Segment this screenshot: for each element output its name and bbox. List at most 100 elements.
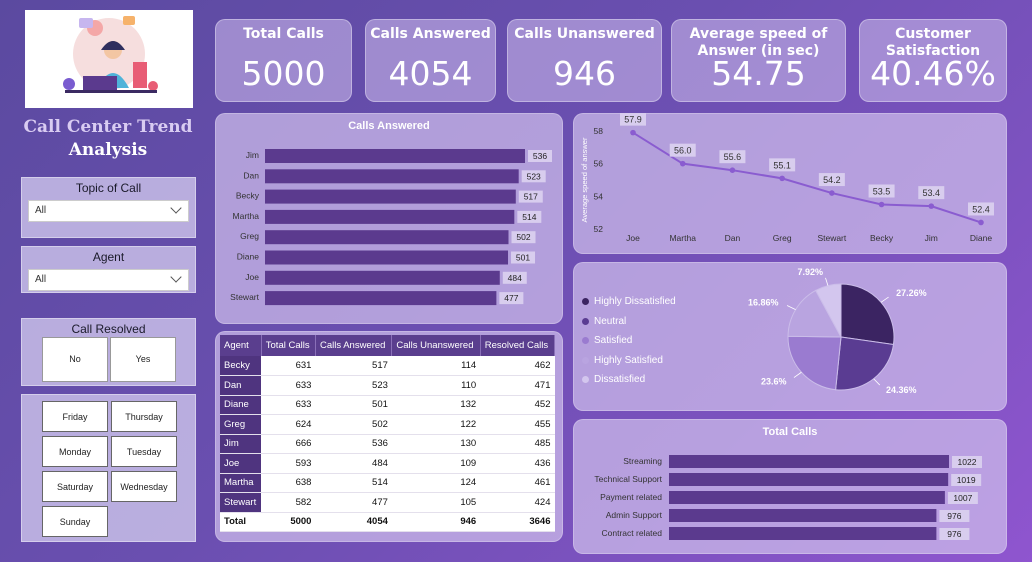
line-point[interactable] — [878, 201, 885, 208]
bar[interactable] — [265, 189, 516, 204]
table-row[interactable]: Joe 593 484 109 436 — [220, 453, 555, 474]
day-thursday-button[interactable]: Thursday — [111, 401, 177, 432]
bar[interactable] — [265, 250, 509, 265]
agent-cell: Diane — [220, 395, 262, 415]
x-tick-label: Greg — [773, 233, 792, 243]
bar-category-label: Greg — [240, 231, 259, 241]
dashboard-title: Call Center Trend Analysis — [22, 116, 194, 162]
line-point[interactable] — [630, 129, 636, 136]
point-data-label: 55.1 — [773, 160, 791, 170]
x-tick-label: Jim — [925, 233, 938, 243]
table-row[interactable]: Jim 666 536 130 485 — [220, 434, 555, 454]
bar[interactable] — [265, 149, 525, 163]
day-wednesday-button[interactable]: Wednesday — [111, 471, 177, 502]
kpi-value: 54.75 — [711, 54, 806, 93]
agent-dropdown[interactable]: All — [28, 269, 189, 291]
bar-category-label: Becky — [236, 191, 260, 201]
table-total-row[interactable]: Total 5000 4054 946 3646 — [220, 511, 555, 532]
bar[interactable] — [669, 509, 937, 522]
day-friday-button[interactable]: Friday — [42, 401, 108, 432]
value-cell: 3646 — [480, 511, 555, 532]
pie-slice[interactable] — [835, 336, 895, 391]
point-data-label: 53.5 — [873, 187, 891, 197]
day-monday-button[interactable]: Monday — [42, 436, 108, 467]
resolved-yes-button[interactable]: Yes — [110, 337, 176, 382]
table-header-row: Agent Total Calls Calls Answered Calls U… — [220, 335, 556, 356]
line-point[interactable] — [978, 219, 984, 226]
line-point[interactable] — [829, 190, 835, 196]
day-saturday-button[interactable]: Saturday — [42, 471, 108, 502]
y-tick-label: 54 — [594, 191, 604, 201]
day-tuesday-button[interactable]: Tuesday — [111, 436, 177, 467]
table-row[interactable]: Becky 631 517 114 462 — [220, 356, 555, 376]
line-point[interactable] — [679, 160, 686, 167]
logo-illustration — [25, 10, 193, 108]
calls-answered-bar-chart: Jim 536 Dan 523 Becky 517 Martha 514 Greg 502 Dian… — [230, 149, 552, 306]
kpi-title: Calls Answered — [370, 26, 491, 42]
table-row[interactable]: Stewart 582 477 105 424 — [220, 492, 555, 513]
bar-category-label: Payment related — [600, 492, 662, 502]
value-cell: 484 — [315, 453, 392, 474]
day-slicer: Friday Thursday Monday Tuesday Saturday … — [21, 394, 196, 542]
bar[interactable] — [265, 169, 519, 184]
bar[interactable] — [265, 270, 500, 285]
topic-dropdown[interactable]: All — [28, 200, 189, 222]
leader-line — [793, 371, 802, 378]
value-cell: 110 — [391, 375, 481, 396]
y-tick-label: 58 — [594, 126, 604, 136]
bar[interactable] — [669, 527, 937, 540]
slicer-title: Topic of Call — [75, 181, 142, 195]
value-cell: 501 — [315, 395, 392, 415]
value-cell: 624 — [261, 414, 316, 435]
x-tick-label: Martha — [669, 233, 696, 243]
table-row[interactable]: Greg 624 502 122 455 — [220, 414, 555, 435]
value-cell: 132 — [391, 395, 481, 415]
bar-data-label: 1007 — [953, 493, 972, 503]
bar[interactable] — [265, 209, 515, 224]
table-row[interactable]: Dan 633 523 110 471 — [220, 375, 555, 396]
day-sunday-button[interactable]: Sunday — [42, 506, 108, 537]
line-point[interactable] — [729, 167, 736, 173]
y-tick-label: 56 — [594, 159, 604, 169]
bar[interactable] — [669, 491, 945, 504]
table-row[interactable]: Diane 633 501 132 452 — [220, 395, 555, 415]
table-row[interactable]: Martha 638 514 124 461 — [220, 473, 555, 493]
agent-cell: Dan — [220, 375, 262, 396]
line-point[interactable] — [928, 203, 935, 209]
satisfaction-pie-chart: 27.26% 24.36% 23.6% 16.86% 7.92% — [748, 267, 927, 395]
call-resolved-slicer: Call Resolved No Yes — [21, 318, 196, 386]
line-point[interactable] — [779, 175, 785, 182]
column-header[interactable]: Calls Unanswered — [391, 335, 481, 356]
value-cell: 4054 — [315, 511, 392, 532]
bar[interactable] — [265, 291, 497, 306]
point-data-label: 55.6 — [724, 152, 742, 162]
value-cell: 523 — [315, 375, 392, 396]
value-cell: 462 — [480, 356, 555, 376]
value-cell: 109 — [391, 453, 481, 474]
leader-line — [880, 296, 889, 303]
slice-data-label: 7.92% — [797, 267, 823, 277]
point-data-label: 52.4 — [972, 204, 990, 214]
kpi-value: 5000 — [241, 54, 326, 93]
bar[interactable] — [265, 230, 509, 245]
value-cell: 638 — [261, 473, 316, 493]
kpi-value: 946 — [553, 54, 616, 93]
topic-of-call-slicer: Topic of Call All — [21, 177, 196, 238]
slice-data-label: 27.26% — [896, 288, 927, 298]
pie-slice[interactable] — [840, 283, 895, 346]
bar-data-label: 976 — [947, 529, 961, 539]
bar-data-label: 1019 — [957, 475, 976, 485]
value-cell: 633 — [261, 375, 316, 396]
dropdown-value: All — [35, 274, 47, 285]
pie-slice[interactable] — [787, 335, 842, 391]
bar-data-label: 517 — [524, 192, 538, 202]
bar[interactable] — [669, 455, 949, 468]
bar-data-label: 523 — [527, 171, 541, 181]
column-header[interactable]: Total Calls — [261, 335, 316, 356]
column-header[interactable]: Agent — [220, 335, 262, 356]
resolved-no-button[interactable]: No — [42, 337, 108, 382]
column-header[interactable]: Calls Answered — [315, 335, 393, 356]
column-header[interactable]: Resolved Calls — [480, 335, 556, 356]
bar[interactable] — [669, 473, 949, 486]
value-cell: 424 — [480, 492, 555, 513]
